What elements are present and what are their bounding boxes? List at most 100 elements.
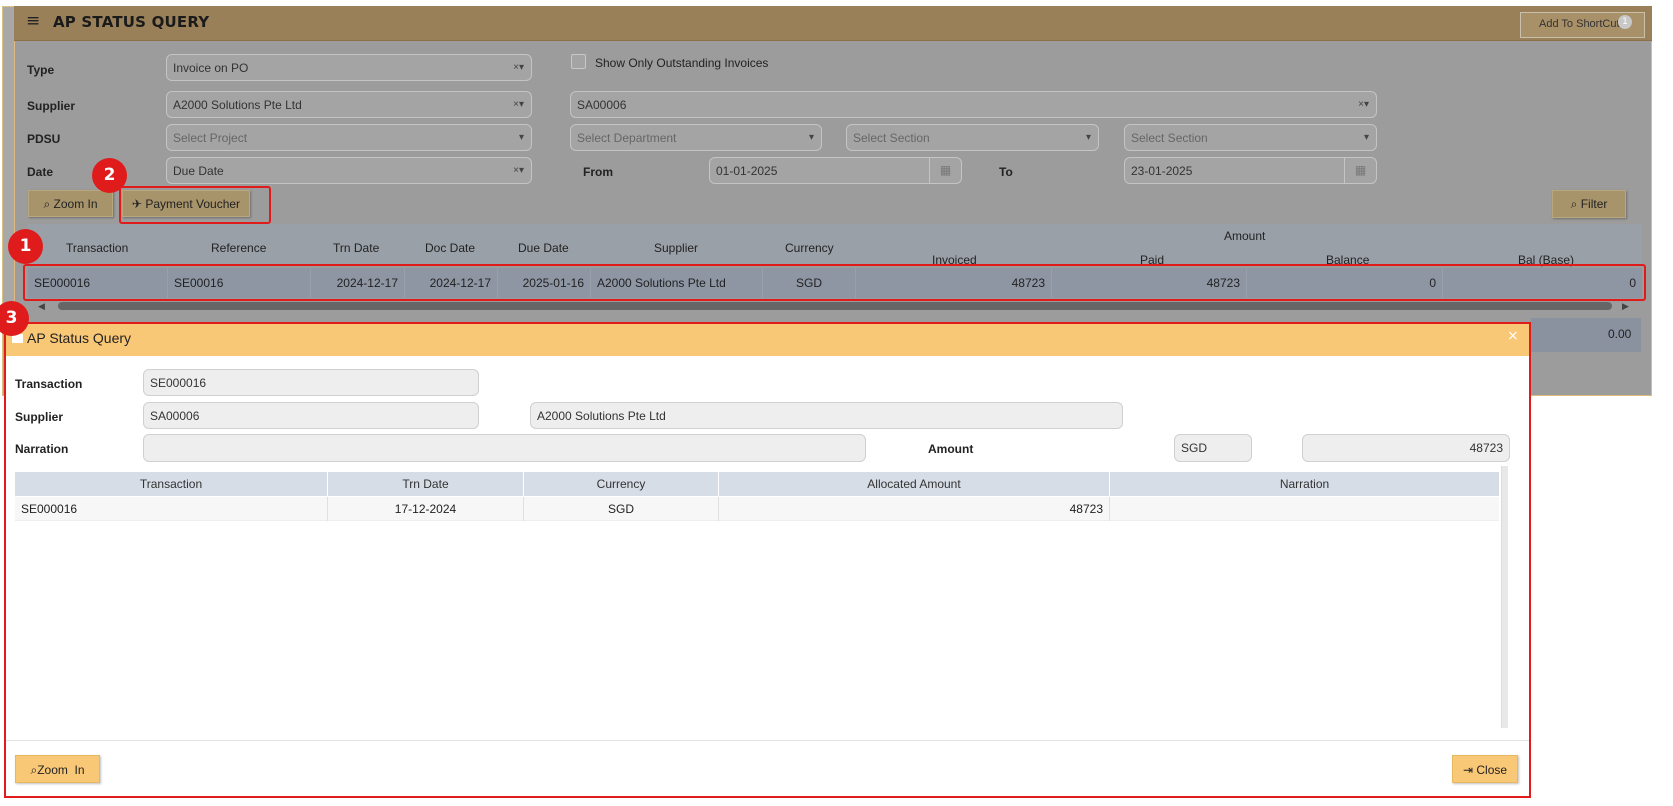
scroll-right-icon[interactable]: ▶ (1622, 302, 1629, 312)
mcol-narration[interactable]: Narration (1110, 472, 1499, 496)
to-label: To (999, 165, 1013, 179)
chevron-down-icon[interactable]: ▾ (809, 132, 814, 143)
modal-close-button[interactable]: ⇥ Close (1452, 755, 1518, 783)
modal-transaction-label: Transaction (15, 377, 83, 391)
outstanding-checkbox[interactable] (571, 54, 586, 69)
outstanding-label: Show Only Outstanding Invoices (595, 56, 769, 70)
supplier-code-select[interactable]: SA00006 ×▾ (570, 91, 1377, 118)
close-icon[interactable]: × (1507, 328, 1519, 344)
modal-supplier-name-input[interactable]: A2000 Solutions Pte Ltd (530, 402, 1123, 429)
table-row[interactable]: SE000016 17-12-2024 SGD 48723 (15, 497, 1499, 521)
mcell-allocated-amount: 48723 (719, 497, 1110, 521)
col-transaction[interactable]: Transaction (66, 241, 128, 255)
modal-zoom-in-button[interactable]: ⌕Zoom In (15, 755, 100, 783)
modal-supplier-name-value: A2000 Solutions Pte Ltd (537, 409, 666, 423)
mcol-allocated-amount[interactable]: Allocated Amount (719, 472, 1110, 496)
zoom-in-button[interactable]: ⌕ Zoom In (28, 190, 113, 217)
from-date-input[interactable]: 01-01-2025 ▦ (709, 157, 962, 184)
col-trn-date[interactable]: Trn Date (333, 241, 379, 255)
modal-amount-label: Amount (928, 442, 974, 456)
col-reference[interactable]: Reference (211, 241, 266, 255)
modal-narration-label: Narration (15, 442, 69, 456)
project-select[interactable]: Select Project ▾ (166, 124, 532, 151)
from-date-value: 01-01-2025 (716, 164, 778, 178)
grid-header (28, 224, 1642, 264)
annotation-box-1 (23, 264, 1646, 301)
annotation-box-2 (119, 186, 271, 224)
modal-supplier-code-input[interactable]: SA00006 (143, 402, 479, 429)
mcol-trn-date[interactable]: Trn Date (328, 472, 524, 496)
department-placeholder: Select Department (577, 131, 677, 145)
col-supplier[interactable]: Supplier (654, 241, 698, 255)
chevron-down-icon[interactable]: ▾ (519, 132, 524, 143)
mcol-transaction[interactable]: Transaction (15, 472, 328, 496)
date-label: Date (27, 165, 54, 179)
supplier-name-value: A2000 Solutions Pte Ltd (173, 98, 302, 112)
clear-dropdown-icon[interactable]: ×▾ (513, 62, 524, 73)
to-date-value: 23-01-2025 (1131, 164, 1193, 178)
clear-dropdown-icon[interactable]: ×▾ (1358, 99, 1369, 110)
modal-vertical-scrollbar[interactable] (1501, 466, 1508, 728)
modal-header (6, 324, 1529, 356)
pdsu-label: PDSU (27, 132, 61, 146)
annotation-badge-1: 1 (8, 229, 43, 264)
modal-amount-value: 48723 (1469, 441, 1503, 455)
filter-button[interactable]: ⌕ Filter (1552, 190, 1626, 218)
modal-title: AP Status Query (27, 330, 132, 346)
search-icon: ⌕ (1570, 197, 1578, 211)
date-type-value: Due Date (173, 164, 224, 178)
shortcut-count-badge: 1 (1618, 15, 1632, 29)
calendar-icon[interactable]: ▦ (1344, 158, 1376, 183)
section-select-2[interactable]: Select Section ▾ (1124, 124, 1377, 151)
col-currency[interactable]: Currency (785, 241, 834, 255)
modal-supplier-label: Supplier (15, 410, 64, 424)
total-value: 0.00 (1608, 327, 1632, 341)
project-placeholder: Select Project (173, 131, 248, 145)
hamburger-icon[interactable]: ≡ (26, 13, 40, 30)
section-select-1[interactable]: Select Section ▾ (846, 124, 1099, 151)
mcell-currency: SGD (524, 497, 719, 521)
col-doc-date[interactable]: Doc Date (425, 241, 475, 255)
mcol-currency[interactable]: Currency (524, 472, 719, 496)
modal-close-label: Close (1476, 763, 1508, 777)
modal-amount-input[interactable]: 48723 (1302, 434, 1510, 462)
section-placeholder-1: Select Section (853, 131, 930, 145)
chevron-down-icon[interactable]: ▾ (1086, 132, 1091, 143)
mcell-transaction: SE000016 (15, 497, 328, 521)
page-title: AP STATUS QUERY (53, 13, 210, 31)
modal-footer-divider (6, 740, 1529, 741)
department-select[interactable]: Select Department ▾ (570, 124, 822, 151)
modal-amount-currency-input[interactable]: SGD (1174, 434, 1252, 462)
type-select[interactable]: Invoice on PO ×▾ (166, 54, 532, 81)
calendar-icon[interactable]: ▦ (929, 158, 961, 183)
from-label: From (583, 165, 613, 179)
modal-amount-currency-value: SGD (1181, 441, 1208, 455)
clear-dropdown-icon[interactable]: ×▾ (513, 99, 524, 110)
mcell-trn-date: 17-12-2024 (328, 497, 524, 521)
clear-dropdown-icon[interactable]: ×▾ (513, 165, 524, 176)
scroll-left-icon[interactable]: ◀ (38, 302, 45, 312)
modal-grid-header: Transaction Trn Date Currency Allocated … (15, 472, 1499, 496)
amount-group-header: Amount (1224, 229, 1266, 243)
exit-icon: ⇥ (1462, 763, 1474, 777)
type-label: Type (27, 63, 55, 77)
horizontal-scrollbar[interactable] (58, 302, 1612, 310)
supplier-name-select[interactable]: A2000 Solutions Pte Ltd ×▾ (166, 91, 532, 118)
zoom-in-icon: ⌕ (43, 197, 51, 211)
header-bar (14, 6, 1652, 41)
date-type-select[interactable]: Due Date ×▾ (166, 157, 532, 184)
modal-narration-input[interactable] (143, 434, 866, 462)
add-shortcut-label: Add To ShortCut (1539, 18, 1620, 30)
to-date-input[interactable]: 23-01-2025 ▦ (1124, 157, 1377, 184)
modal-transaction-input[interactable]: SE000016 (143, 369, 479, 396)
supplier-code-value: SA00006 (577, 98, 627, 112)
modal-supplier-code-value: SA00006 (150, 409, 200, 423)
modal-transaction-value: SE000016 (150, 376, 207, 390)
zoom-in-label: Zoom In (53, 197, 98, 211)
section-placeholder-2: Select Section (1131, 131, 1208, 145)
filter-label: Filter (1580, 197, 1608, 211)
modal-zoom-in-label: Zoom In (37, 763, 85, 777)
chevron-down-icon[interactable]: ▾ (1364, 132, 1369, 143)
annotation-badge-2: 2 (92, 158, 127, 193)
col-due-date[interactable]: Due Date (518, 241, 569, 255)
